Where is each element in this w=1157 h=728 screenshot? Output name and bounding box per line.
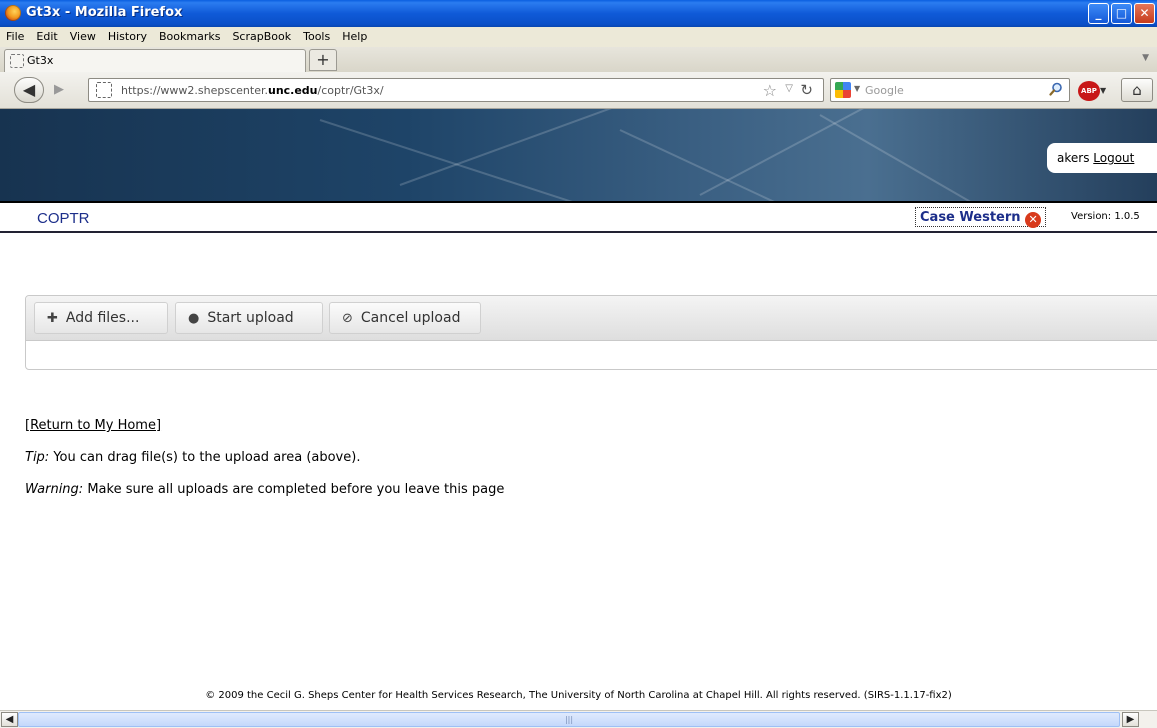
window-titlebar: Gt3x - Mozilla Firefox _ □ ✕ (0, 0, 1157, 27)
page-footer: © 2009 the Cecil G. Sheps Center for Hea… (0, 690, 1157, 710)
url-history-dropdown-icon[interactable]: ▽ (785, 83, 793, 94)
minimize-button[interactable]: _ (1088, 3, 1109, 24)
google-engine-icon[interactable] (835, 82, 851, 98)
add-files-button[interactable]: ✚ Add files... (34, 302, 168, 334)
search-placeholder[interactable]: Google (865, 84, 904, 97)
banner-streak (319, 119, 720, 201)
menu-edit[interactable]: Edit (30, 27, 63, 43)
upload-toolbar: ✚ Add files... ● Start upload ⊘ Cancel uplo… (26, 296, 1157, 341)
organization-selector[interactable]: Case Western ✕ (915, 207, 1047, 228)
page-icon (10, 54, 24, 68)
scroll-right-button[interactable]: ▶ (1122, 712, 1139, 727)
return-home-container: [Return to My Home] (25, 418, 161, 433)
upload-area[interactable]: ✚ Add files... ● Start upload ⊘ Cancel uplo… (25, 295, 1157, 370)
menu-file[interactable]: File (0, 27, 30, 43)
bookmark-star-icon[interactable]: ☆ (763, 81, 777, 100)
menu-help[interactable]: Help (336, 27, 373, 43)
return-home-link[interactable]: [Return to My Home] (25, 418, 161, 433)
warning-line: Warning: Make sure all uploads are compl… (25, 482, 504, 497)
organization-name: Case Western (920, 210, 1021, 225)
cancel-icon: ⊘ (342, 311, 353, 326)
cancel-upload-button[interactable]: ⊘ Cancel upload (329, 302, 481, 334)
back-button[interactable]: ◀ (14, 77, 44, 103)
menu-view[interactable]: View (64, 27, 102, 43)
plus-icon: ✚ (47, 311, 58, 326)
scrollbar-thumb[interactable]: ||| (18, 712, 1120, 727)
site-identity-icon[interactable] (96, 82, 112, 98)
tip-label: Tip: (25, 450, 50, 465)
url-text[interactable]: https://www2.shepscenter.unc.edu/coptr/G… (121, 84, 384, 97)
search-icon[interactable] (1049, 82, 1063, 96)
tip-line: Tip: You can drag file(s) to the upload … (25, 450, 360, 465)
adblock-dropdown-icon[interactable]: ▼ (1100, 86, 1106, 95)
warning-text: Make sure all uploads are completed befo… (83, 482, 505, 497)
cancel-upload-label: Cancel upload (360, 310, 461, 326)
tab-list-icon[interactable]: ▼ (1142, 53, 1149, 63)
tab-gt3x[interactable]: Gt3x (4, 49, 306, 72)
search-bar[interactable]: ▼ Google (830, 78, 1070, 102)
app-header: COPTR Case Western ✕ Version: 1.0.5 (0, 201, 1157, 233)
upload-circle-icon: ● (188, 311, 200, 326)
tip-text: You can drag file(s) to the upload area … (49, 450, 361, 465)
home-button[interactable]: ⌂ (1121, 78, 1153, 102)
start-upload-label: Start upload (207, 310, 294, 326)
firefox-icon (5, 5, 21, 21)
start-upload-button[interactable]: ● Start upload (175, 302, 323, 334)
menu-history[interactable]: History (102, 27, 153, 43)
menu-tools[interactable]: Tools (297, 27, 336, 43)
url-bar[interactable]: https://www2.shepscenter.unc.edu/coptr/G… (88, 78, 824, 102)
maximize-button[interactable]: □ (1111, 3, 1132, 24)
user-box: akers Logout (1047, 143, 1157, 173)
close-window-button[interactable]: ✕ (1134, 3, 1155, 24)
username: akers (1057, 151, 1090, 165)
engine-dropdown-icon[interactable]: ▼ (854, 84, 860, 93)
logout-link[interactable]: Logout (1093, 151, 1134, 165)
menu-bar: File Edit View History Bookmarks ScrapBook Too… (0, 27, 1157, 47)
app-name: COPTR (37, 210, 90, 227)
remove-organization-icon[interactable]: ✕ (1025, 212, 1042, 228)
banner-streak (619, 129, 1002, 201)
horizontal-scrollbar[interactable]: ◀ ||| ▶ (0, 710, 1157, 728)
new-tab-button[interactable]: + (309, 49, 337, 71)
version-label: Version: 1.0.5 (1071, 211, 1140, 222)
menu-bookmarks[interactable]: Bookmarks (153, 27, 226, 43)
reload-icon[interactable]: ↻ (800, 81, 813, 99)
warning-label: Warning: (25, 482, 84, 497)
site-banner (0, 109, 1157, 201)
scroll-left-button[interactable]: ◀ (1, 712, 18, 727)
window-title: Gt3x - Mozilla Firefox (26, 5, 183, 20)
menu-scrapbook[interactable]: ScrapBook (226, 27, 297, 43)
forward-button[interactable]: ▶ (47, 81, 71, 99)
back-forward-group: ◀ ▶ (14, 77, 84, 103)
tab-title: Gt3x (27, 54, 54, 67)
tab-bar: Gt3x + ▼ (0, 47, 1157, 73)
adblock-icon[interactable]: ABP (1078, 81, 1100, 101)
add-files-label: Add files... (65, 310, 140, 326)
navigation-toolbar: ◀ ▶ https://www2.shepscenter.unc.edu/cop… (0, 72, 1157, 109)
